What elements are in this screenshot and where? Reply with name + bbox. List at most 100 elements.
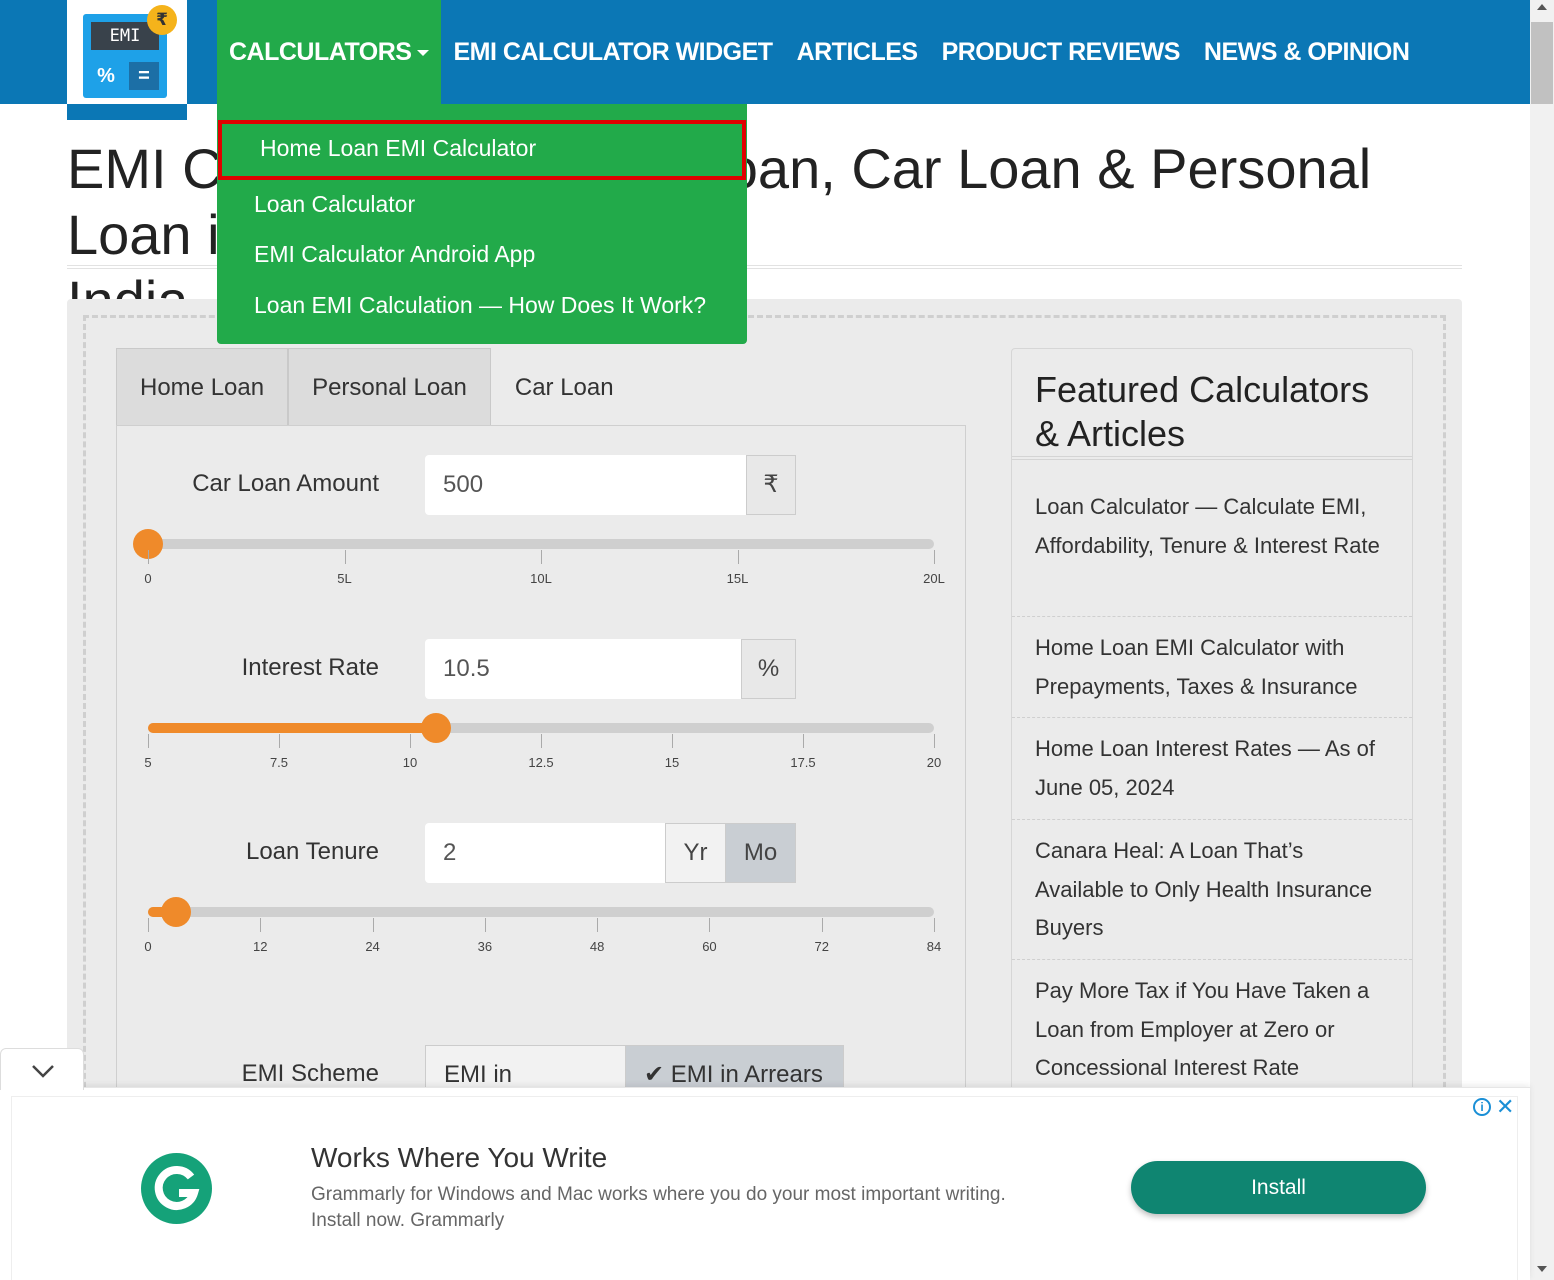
page-scrollbar[interactable] (1530, 0, 1554, 1280)
amount-input[interactable]: 500 (425, 455, 747, 515)
main-nav: CALCULATORS EMI CALCULATOR WIDGET ARTICL… (217, 0, 1421, 104)
ad-title[interactable]: Works Where You Write (311, 1142, 607, 1174)
tenure-label: Loan Tenure (245, 838, 379, 865)
nav-calculators-label: CALCULATORS (229, 38, 412, 66)
slider-tick (672, 734, 673, 748)
percent-addon: % (741, 639, 796, 699)
slider-tick (541, 734, 542, 748)
sidebar-link-canara-heal[interactable]: Canara Heal: A Loan That’s Available to … (1035, 832, 1395, 948)
nav-emi-calculator-widget[interactable]: EMI CALCULATOR WIDGET (441, 0, 784, 104)
emi-in-arrears-label: EMI in Arrears (670, 1061, 823, 1088)
slider-tick (148, 550, 149, 564)
scroll-up-arrow-icon[interactable] (1537, 4, 1547, 10)
tab-home-loan[interactable]: Home Loan (116, 348, 289, 426)
sidebar-separator (1012, 717, 1412, 718)
slider-tick-label: 5L (337, 571, 352, 586)
slider-tick-label: 15 (664, 755, 680, 770)
rupee-addon: ₹ (746, 455, 796, 515)
menu-item-loan-calculator[interactable]: Loan Calculator (254, 191, 415, 218)
ad-close-icon[interactable]: ✕ (1496, 1096, 1514, 1118)
slider-tick-label: 7.5 (269, 755, 289, 770)
nav-product-reviews[interactable]: PRODUCT REVIEWS (930, 0, 1192, 104)
sidebar-separator (1012, 616, 1412, 617)
slider-tick (821, 918, 823, 932)
slider-tick-label: 0 (144, 571, 152, 586)
slider-tick-label: 36 (477, 939, 493, 954)
slider-tick-label: 12 (253, 939, 268, 954)
ad-collapse-button[interactable] (0, 1048, 84, 1090)
slider-tick (709, 918, 711, 932)
slider-tick-label: 17.5 (790, 755, 816, 770)
slider-tick-label: 48 (589, 939, 605, 954)
slider-tick (597, 918, 599, 932)
slider-tick-label: 24 (365, 939, 380, 954)
calculators-dropdown-menu: Home Loan EMI Calculator Loan Calculator… (217, 104, 747, 344)
slider-tick (148, 918, 149, 932)
menu-item-android-app[interactable]: EMI Calculator Android App (254, 241, 535, 268)
nav-articles[interactable]: ARTICLES (785, 0, 930, 104)
ad-install-button[interactable]: Install (1131, 1161, 1426, 1214)
slider-tick-label: 20L (923, 571, 945, 586)
sidebar-link-interest-rates[interactable]: Home Loan Interest Rates — As of June 05… (1035, 730, 1395, 807)
menu-item-home-loan-emi-calculator[interactable]: Home Loan EMI Calculator (260, 135, 536, 162)
slider-tick-label: 5 (144, 755, 152, 770)
slider-tick (279, 734, 280, 748)
rupee-coin-icon: ₹ (147, 5, 177, 35)
sidebar-link-home-loan-emi[interactable]: Home Loan EMI Calculator with Prepayment… (1035, 629, 1395, 706)
rate-label: Interest Rate (241, 654, 379, 681)
sidebar-title-divider (1012, 456, 1412, 460)
slider-tick (934, 734, 935, 748)
slider-tick (260, 918, 262, 932)
tenure-year-toggle[interactable]: Yr (665, 823, 726, 883)
slider-tick (410, 734, 411, 748)
slider-tick-label: 60 (702, 939, 717, 954)
emi-scheme-label: EMI Scheme (241, 1060, 379, 1087)
grammarly-g-icon (154, 1165, 200, 1210)
slider-tick-label: 0 (144, 939, 152, 954)
chevron-down-icon (32, 1065, 54, 1078)
tenure-month-toggle[interactable]: Mo (725, 823, 796, 883)
slider-tick-label: 20 (926, 755, 942, 770)
rate-slider-fill (148, 723, 437, 733)
slider-tick (344, 550, 346, 564)
calculator-form (116, 425, 966, 1125)
slider-tick (934, 918, 935, 932)
sidebar-link-loan-calculator[interactable]: Loan Calculator — Calculate EMI, Afforda… (1035, 488, 1395, 565)
slider-tick (803, 734, 804, 748)
slider-tick (484, 918, 486, 932)
scrollbar-thumb[interactable] (1531, 22, 1553, 104)
slider-tick-label: 10 (402, 755, 418, 770)
slider-tick-label: 72 (814, 939, 829, 954)
amount-label: Car Loan Amount (192, 470, 379, 497)
logo-equals-key: = (129, 62, 159, 90)
sidebar-separator (1012, 959, 1412, 960)
ad-description: Grammarly for Windows and Mac works wher… (311, 1184, 1006, 1231)
amount-slider[interactable] (148, 539, 934, 549)
tenure-input[interactable]: 2 (425, 823, 666, 883)
slider-tick (541, 550, 542, 564)
logo-percent-key: % (97, 65, 115, 87)
sidebar-title: Featured Calculators & Articles (1035, 369, 1370, 454)
loan-type-tabs: Home Loan Personal Loan Car Loan (116, 348, 638, 426)
ad-info-icon[interactable]: i (1473, 1098, 1491, 1116)
nav-news-opinion[interactable]: NEWS & OPINION (1192, 0, 1422, 104)
site-logo[interactable]: EMI % = ₹ (67, 0, 187, 120)
menu-item-how-it-works[interactable]: Loan EMI Calculation — How Does It Work? (254, 292, 706, 319)
tab-car-loan[interactable]: Car Loan (490, 348, 638, 426)
tab-personal-loan[interactable]: Personal Loan (288, 348, 491, 426)
slider-tick (372, 918, 374, 932)
tenure-slider[interactable] (148, 907, 934, 917)
rate-input[interactable]: 10.5 (425, 639, 742, 699)
nav-calculators[interactable]: CALCULATORS (217, 0, 442, 104)
caret-down-icon (417, 50, 430, 57)
slider-tick (148, 734, 149, 748)
grammarly-logo-icon[interactable] (141, 1153, 212, 1224)
slider-tick-label: 10L (530, 571, 552, 586)
check-icon: ✔ (644, 1061, 665, 1088)
rate-slider[interactable] (148, 723, 934, 733)
scroll-down-arrow-icon[interactable] (1537, 1266, 1547, 1272)
slider-tick-label: 15L (726, 571, 749, 586)
sidebar-separator (1012, 819, 1412, 820)
slider-tick-label: 12.5 (528, 755, 554, 770)
sidebar-link-pay-more-tax[interactable]: Pay More Tax if You Have Taken a Loan fr… (1035, 972, 1395, 1088)
